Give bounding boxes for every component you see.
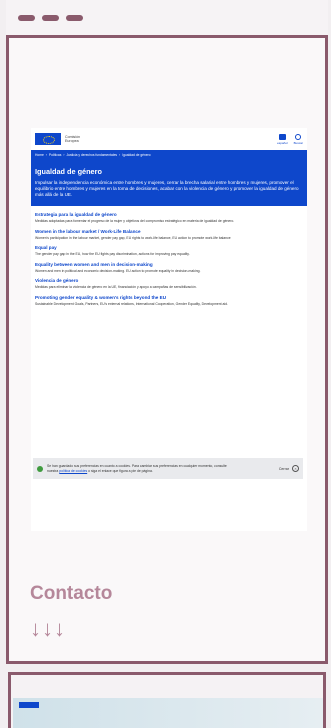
topic-list: Estrategia para la igualdad de género Me… (31, 206, 307, 307)
browser-top-bar (6, 0, 328, 38)
topic-description: Medidas para eliminar la violencia de gé… (35, 285, 197, 290)
list-item: Equal pay The gender pay gap in the EU, … (35, 245, 303, 257)
contact-heading: Contacto (30, 583, 113, 604)
topic-link[interactable]: Equality between women and men in decisi… (35, 262, 303, 267)
dot-icon (66, 15, 83, 21)
eu-flag-logo[interactable] (35, 133, 61, 145)
down-arrows-icon: ↓↓↓ (30, 616, 66, 641)
window-dots (18, 15, 83, 21)
second-page-preview (13, 698, 323, 728)
embedded-page: Comisión Europea español Buscar Home › Po… (31, 128, 307, 531)
topic-description: Sustainable Development Goals, Partners,… (35, 301, 229, 306)
hero-banner: Igualdad de género Impulsar la independe… (31, 160, 307, 206)
topic-description: Women's participation in the labour mark… (35, 235, 231, 240)
breadcrumb-justicia[interactable]: Justicia y derechos fundamentales (66, 153, 117, 157)
commission-name: Comisión Europea (65, 135, 80, 143)
topic-link[interactable]: Violencia de género (35, 278, 303, 283)
topic-link[interactable]: Estrategia para la igualdad de género (35, 212, 303, 217)
close-cookie-button[interactable]: Cerrar × (279, 465, 299, 472)
topic-link[interactable]: Promoting gender equality & women's righ… (35, 295, 303, 300)
dot-icon (42, 15, 59, 21)
list-item: Estrategia para la igualdad de género Me… (35, 212, 303, 224)
topic-description: Medidas adoptadas para fomentar el progr… (35, 219, 235, 223)
breadcrumb-politicas[interactable]: Políticas (49, 153, 61, 157)
topic-description: The gender pay gap in the EU, how the EU… (35, 252, 190, 257)
page-title: Igualdad de género (35, 167, 102, 176)
search-button[interactable]: Buscar (294, 133, 303, 145)
topic-link[interactable]: Women in the labour market / Work-Life B… (35, 229, 303, 234)
cookie-policy-link[interactable]: política de cookies (59, 469, 87, 473)
list-item: Promoting gender equality & women's righ… (35, 295, 303, 307)
site-header: Comisión Europea español Buscar (31, 128, 307, 150)
eu-flag-logo (19, 702, 39, 708)
breadcrumb-current: Igualdad de género (122, 153, 151, 157)
check-icon (37, 465, 43, 472)
breadcrumb: Home › Políticas › Justicia y derechos fun… (31, 150, 307, 160)
close-icon: × (292, 465, 299, 472)
second-browser-frame (8, 672, 326, 728)
language-icon (278, 133, 286, 140)
list-item: Women in the labour market / Work-Life B… (35, 229, 303, 241)
breadcrumb-home[interactable]: Home (35, 153, 44, 157)
page-description: Impulsar la independencia económica entr… (35, 180, 299, 197)
dot-icon (18, 15, 35, 21)
topic-link[interactable]: Equal pay (35, 245, 303, 250)
topic-description: Women and men in political and economic … (35, 268, 201, 273)
list-item: Equality between women and men in decisi… (35, 262, 303, 274)
language-selector[interactable]: español (277, 133, 288, 145)
search-icon (295, 133, 302, 140)
cookie-banner: Se han guardado sus preferencias en cuan… (33, 458, 303, 479)
cookie-message: Se han guardado sus preferencias en cuan… (47, 464, 227, 473)
list-item: Violencia de género Medidas para elimina… (35, 278, 303, 290)
